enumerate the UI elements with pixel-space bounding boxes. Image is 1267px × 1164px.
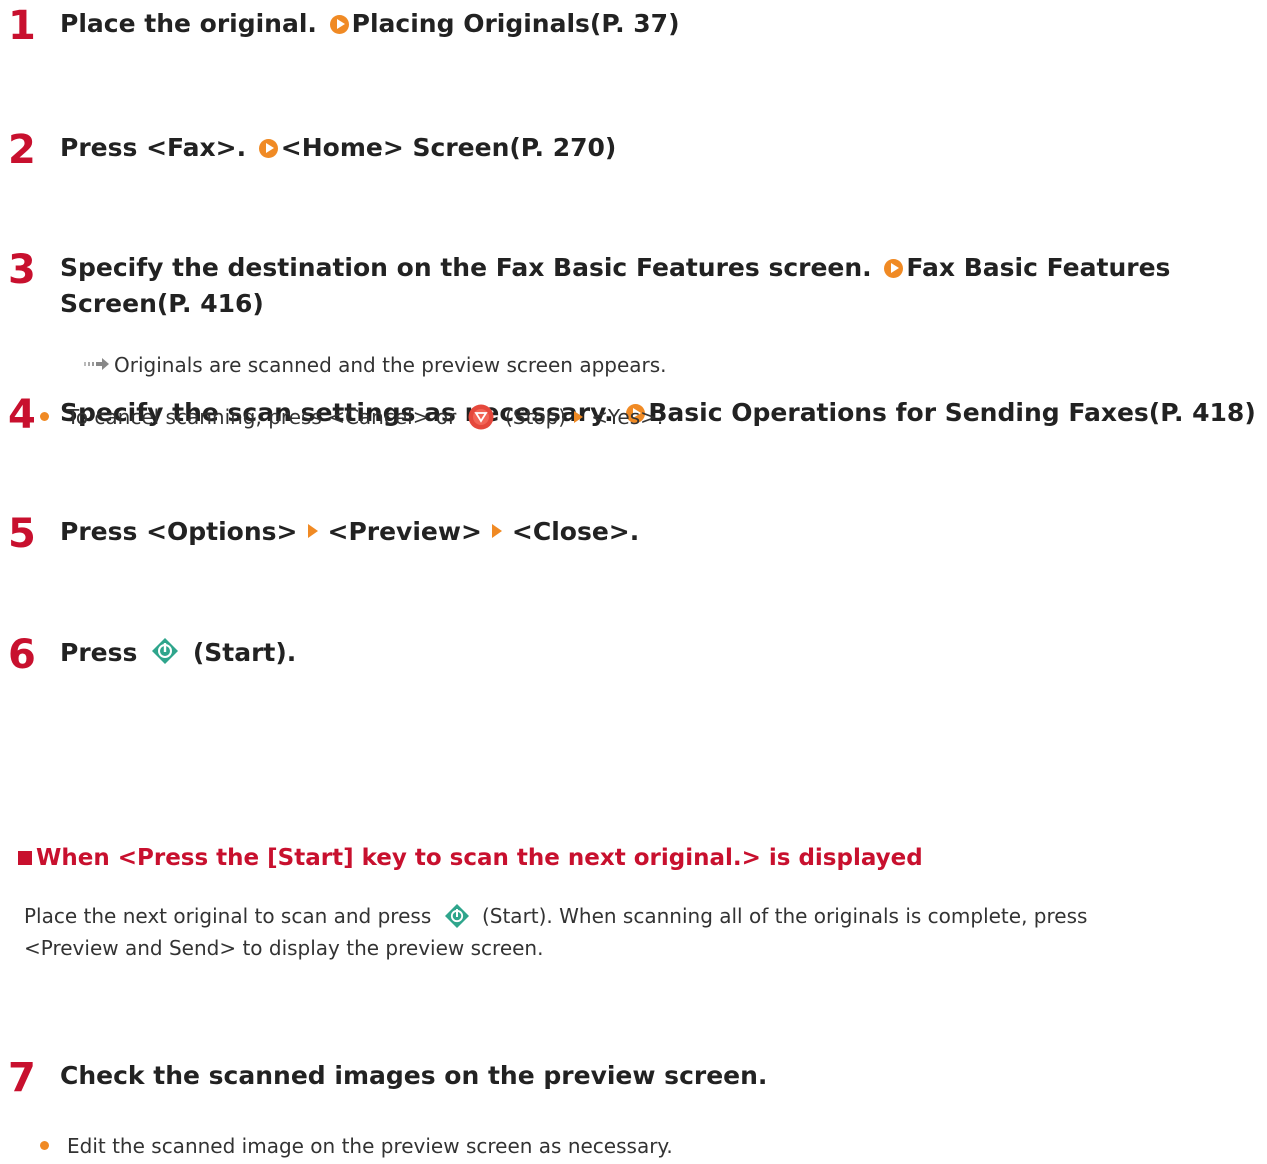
separator-arrow-icon — [307, 524, 318, 538]
step-number: 1 — [8, 3, 36, 49]
step-number: 2 — [8, 127, 36, 173]
subsection-heading: When <Press the [Start] key to scan the … — [18, 845, 923, 871]
step-text: Specify the destination on the Fax Basic… — [60, 253, 1171, 318]
bullet-icon — [40, 412, 49, 421]
link-arrow-icon — [329, 15, 349, 34]
step-text: Press <Fax>. <Home> Screen(P. 270) — [60, 133, 617, 162]
link-basic-operations[interactable]: Basic Operations for Sending Faxes(P. 41… — [648, 398, 1255, 427]
step-7: 7 Check the scanned images on the previe… — [8, 1058, 767, 1098]
stop-key-icon — [468, 404, 494, 430]
step-6-result-message: Originals are scanned and the preview sc… — [84, 349, 667, 381]
step-text: Place the original. Placing Originals(P.… — [60, 9, 680, 38]
step-text: Check the scanned images on the preview … — [60, 1061, 768, 1090]
subsection-paragraph: Place the next original to scan and pres… — [24, 900, 1254, 964]
cancel-bullet: To cancel scanning, press <Cancel> or (S… — [40, 401, 663, 433]
step-1: 1 Place the original. Placing Originals(… — [8, 6, 680, 46]
edit-bullet: Edit the scanned image on the preview sc… — [40, 1130, 673, 1162]
step-5: 5 Press <Options> <Preview> <Close>. — [8, 514, 639, 554]
step-number: 7 — [8, 1055, 36, 1101]
bullet-icon — [40, 1141, 49, 1150]
step-number: 5 — [8, 511, 36, 557]
start-key-icon — [150, 636, 181, 666]
link-arrow-icon — [884, 259, 904, 278]
step-2: 2 Press <Fax>. <Home> Screen(P. 270) — [8, 130, 616, 170]
result-arrow-icon — [84, 358, 109, 370]
separator-arrow-icon — [491, 524, 502, 538]
link-placing-originals[interactable]: Placing Originals(P. 37) — [352, 9, 680, 38]
step-number: 3 — [8, 247, 36, 293]
separator-arrow-icon — [574, 411, 584, 423]
step-6: 6 Press (Start). — [8, 635, 296, 675]
link-home-screen[interactable]: <Home> Screen(P. 270) — [281, 133, 617, 162]
step-3: 3 Specify the destination on the Fax Bas… — [8, 250, 1220, 322]
link-arrow-icon — [258, 139, 278, 158]
step-text: Press (Start). — [60, 636, 297, 667]
subsection-line-1: Place the next original to scan and pres… — [24, 904, 1088, 928]
step-number: 6 — [8, 632, 36, 678]
step-text: Press <Options> <Preview> <Close>. — [60, 517, 640, 546]
heading-square-icon — [18, 851, 32, 865]
start-key-icon — [444, 904, 469, 928]
subsection-line-2: <Preview and Send> to display the previe… — [24, 936, 544, 960]
